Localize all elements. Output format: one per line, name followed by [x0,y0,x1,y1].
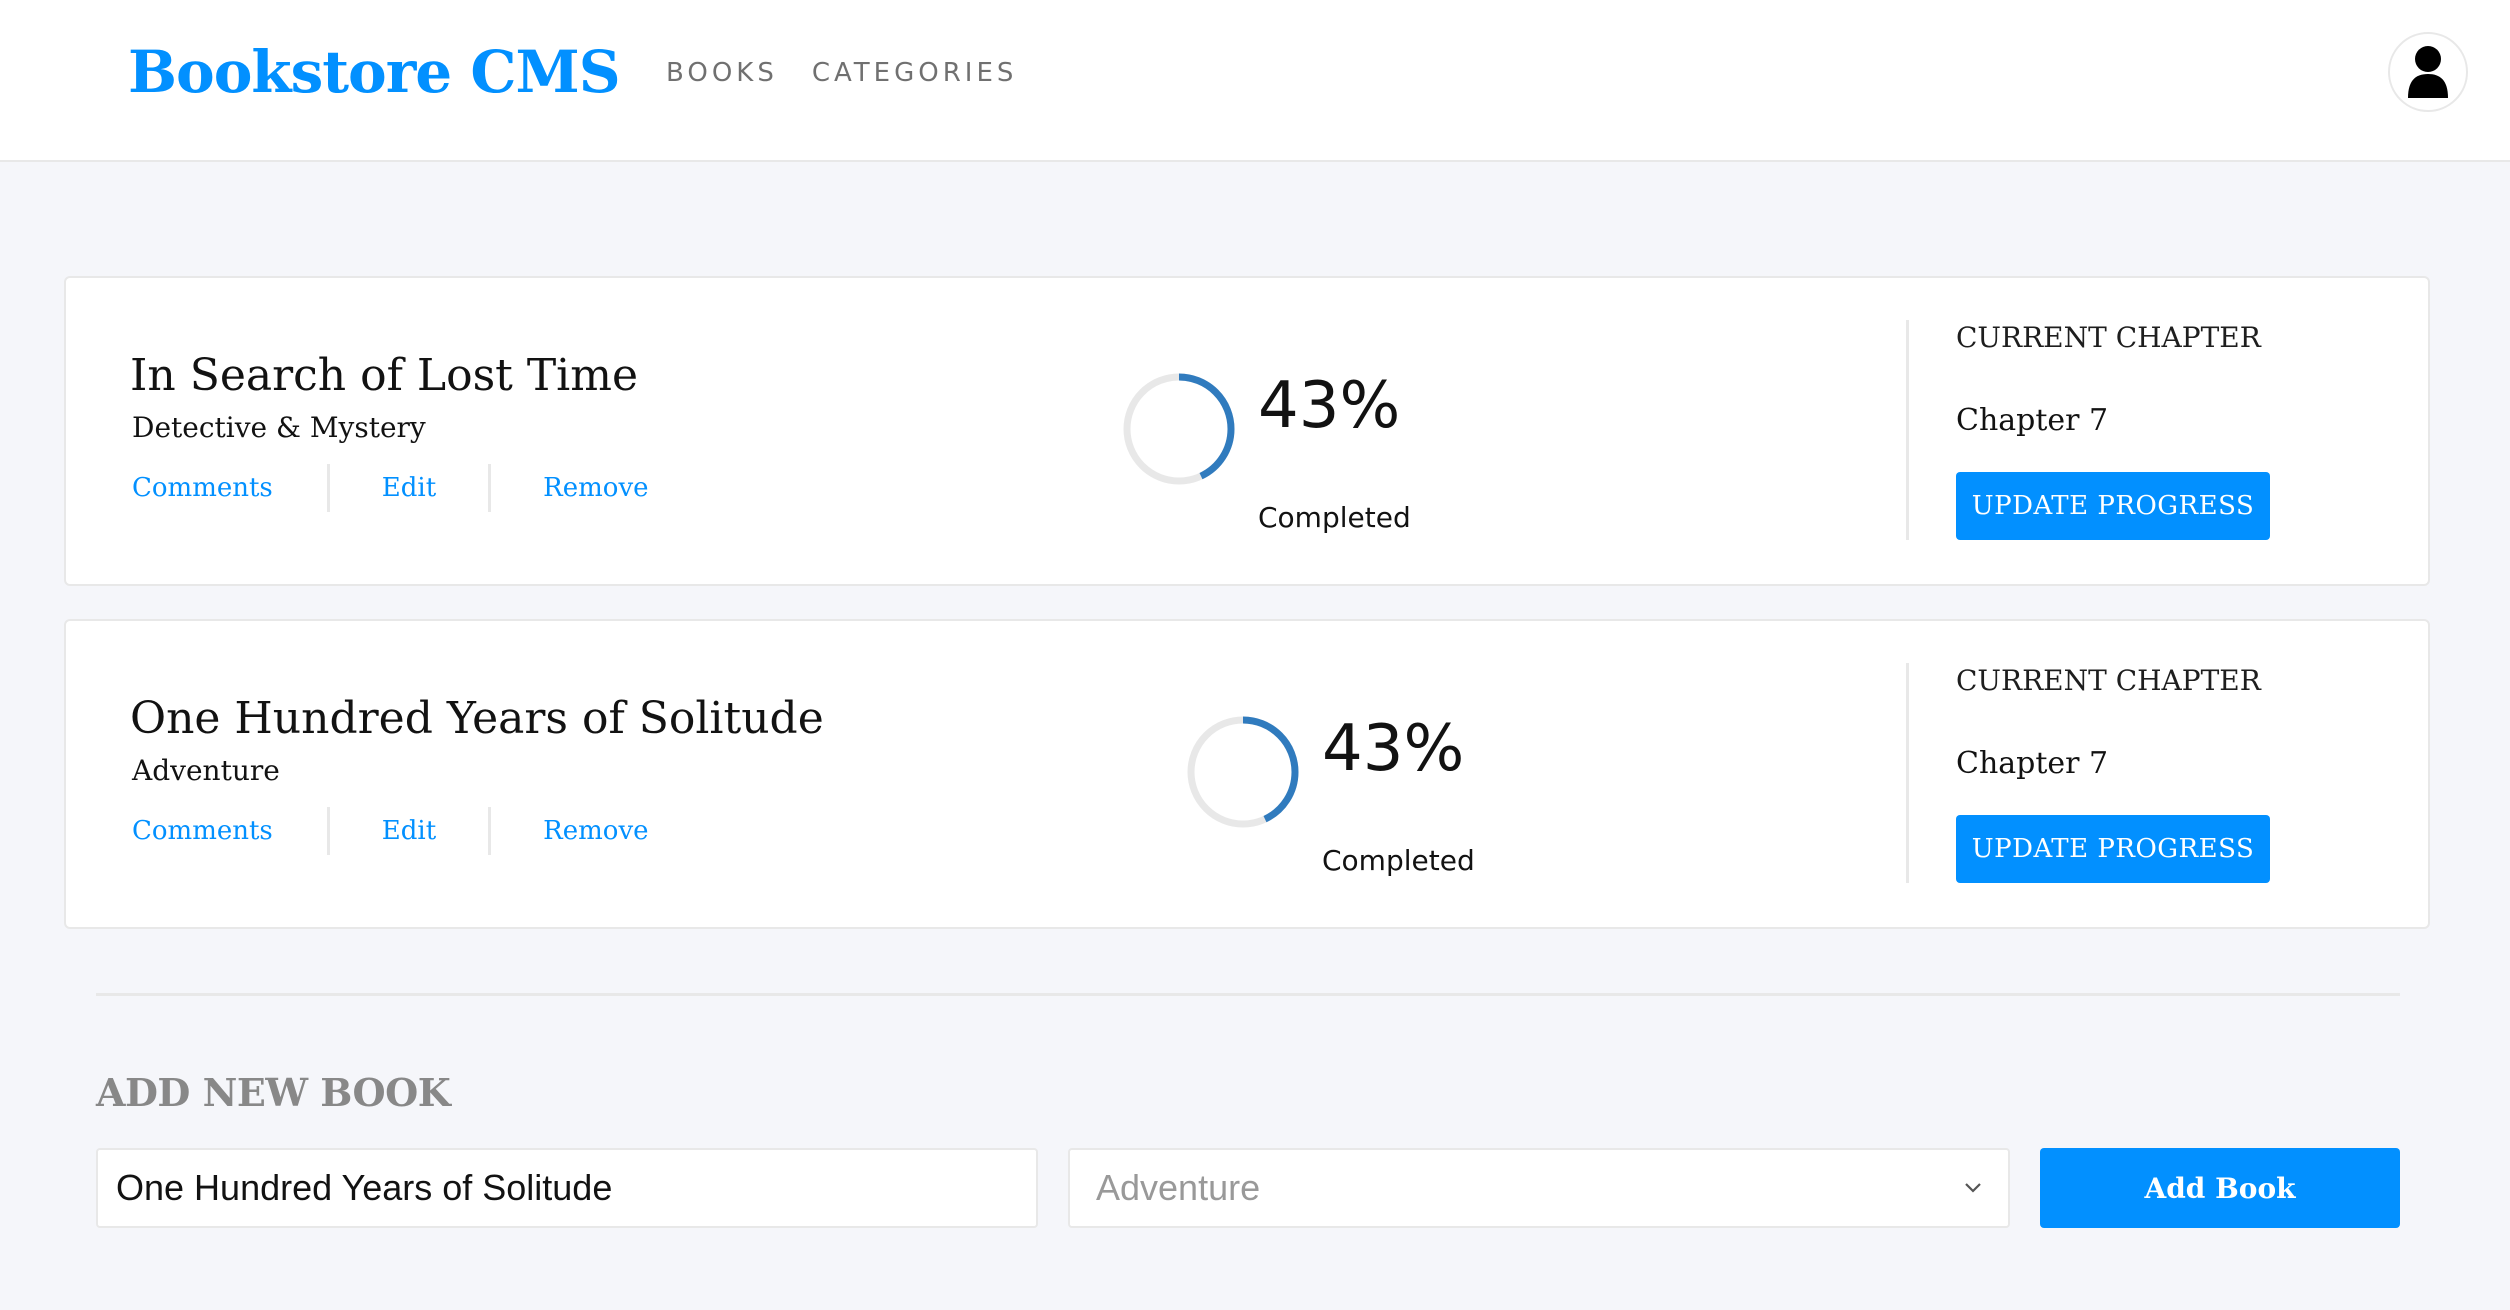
category-select[interactable]: Adventure [1068,1148,2010,1228]
chevron-down-icon [1965,1183,1981,1193]
progress-ring [1187,716,1299,828]
edit-button[interactable]: Edit [382,814,436,848]
book-title: One Hundred Years of Solitude [130,693,824,744]
chapter-value: Chapter 7 [1956,746,2109,781]
progress-label: Completed [1258,501,1411,534]
main-nav: BOOKS CATEGORIES [666,56,1017,90]
book-card: One Hundred Years of Solitude Adventure … [64,619,2430,929]
chapter-value: Chapter 7 [1956,403,2109,438]
action-separator [488,464,492,512]
form-heading: ADD NEW BOOK [96,1070,451,1115]
book-title-input[interactable] [96,1148,1038,1228]
chapter-heading: CURRENT CHAPTER [1956,664,2261,697]
action-separator [326,464,330,512]
header: Bookstore CMS BOOKS CATEGORIES [0,0,2510,162]
current-chapter: CURRENT CHAPTER Chapter 7 UPDATE PROGRES… [1956,320,2270,540]
app-logo[interactable]: Bookstore CMS [128,34,621,110]
progress-indicator: 43% Completed [1184,712,1475,879]
update-progress-button[interactable]: UPDATE PROGRESS [1956,472,2270,540]
remove-button[interactable]: Remove [543,814,648,848]
chapter-divider [1906,320,1909,540]
add-book-button[interactable]: Add Book [2040,1148,2400,1228]
progress-percent: 43% [1258,369,1401,443]
book-actions: Comments Edit Remove [132,807,649,855]
current-chapter: CURRENT CHAPTER Chapter 7 UPDATE PROGRES… [1956,663,2270,883]
category-select-value: Adventure [1096,1167,1261,1208]
progress-indicator: 43% Completed [1120,369,1411,536]
book-card: In Search of Lost Time Detective & Myste… [64,276,2430,586]
comments-button[interactable]: Comments [132,471,273,505]
user-avatar-button[interactable] [2388,32,2468,112]
chapter-divider [1906,663,1909,883]
book-category: Adventure [132,754,280,787]
edit-button[interactable]: Edit [382,471,436,505]
book-actions: Comments Edit Remove [132,464,649,512]
user-icon [2408,46,2448,98]
update-progress-button[interactable]: UPDATE PROGRESS [1956,815,2270,883]
action-separator [488,807,492,855]
progress-ring [1123,373,1235,485]
section-divider [96,993,2400,996]
book-title: In Search of Lost Time [130,350,639,401]
progress-label: Completed [1322,844,1475,877]
nav-categories[interactable]: CATEGORIES [812,56,1018,90]
nav-books[interactable]: BOOKS [666,56,778,90]
book-category: Detective & Mystery [132,411,426,444]
progress-percent: 43% [1322,712,1465,786]
chapter-heading: CURRENT CHAPTER [1956,321,2261,354]
remove-button[interactable]: Remove [543,471,648,505]
comments-button[interactable]: Comments [132,814,273,848]
action-separator [326,807,330,855]
